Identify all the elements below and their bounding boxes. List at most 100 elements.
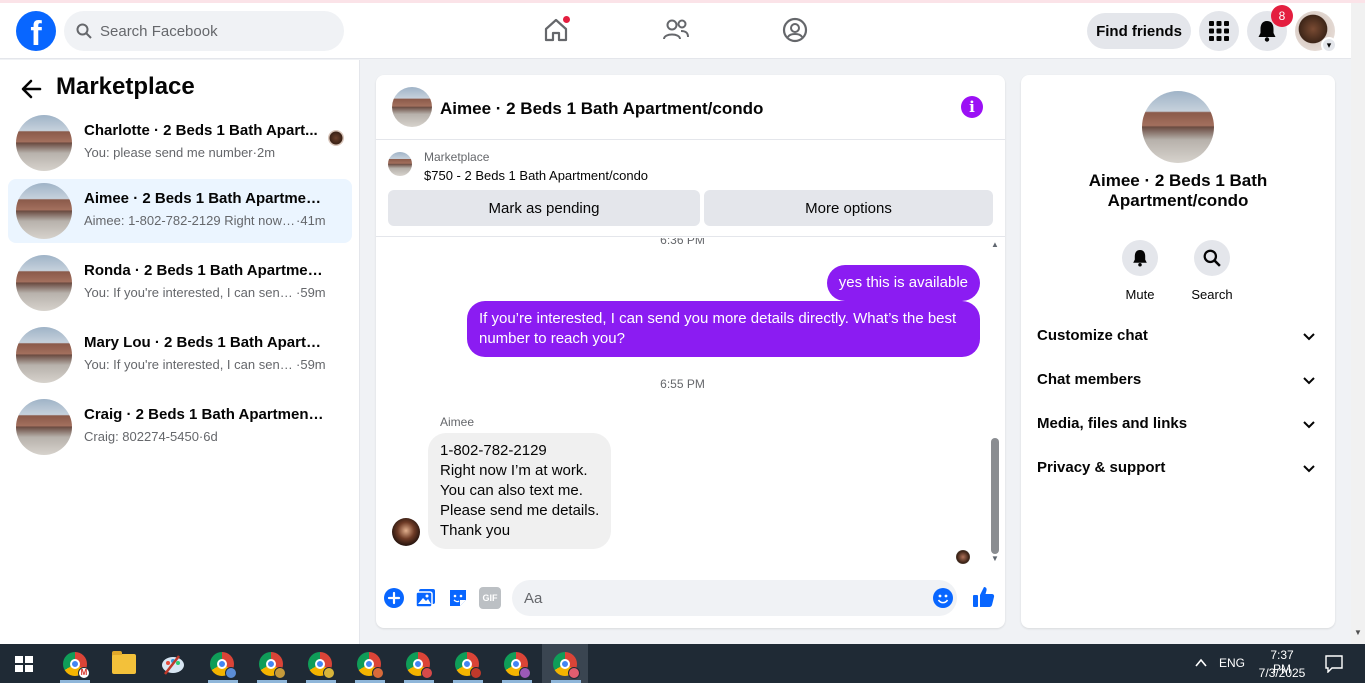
details-title: Aimee · 2 Beds 1 Bath Apartment/condo [1088, 171, 1268, 210]
conversation-snippet: You: please send me number·2m [84, 145, 276, 160]
scroll-thumb[interactable] [991, 438, 999, 554]
chat-scrollbar[interactable]: ▲ ▼ [990, 240, 1000, 566]
listing-thumbnail [16, 115, 72, 171]
thumbs-up-icon[interactable] [972, 585, 996, 609]
back-arrow-icon[interactable] [18, 75, 46, 103]
message-list[interactable]: 6:36 PM yes this is available If you’re … [376, 238, 1005, 568]
search-box[interactable] [64, 11, 344, 51]
photo-icon[interactable] [415, 587, 437, 609]
section-label: Customize chat [1037, 327, 1148, 344]
mute-action[interactable]: Mute [1110, 240, 1170, 302]
sender-avatar[interactable] [392, 518, 420, 546]
friends-nav[interactable] [661, 15, 691, 45]
marketplace-inbox: Marketplace Charlotte · 2 Beds 1 Bath Ap… [0, 60, 360, 644]
language-indicator[interactable]: ENG [1219, 656, 1245, 670]
clock-date[interactable]: 7/3/2025 [1256, 666, 1308, 680]
chrome-gmail-icon[interactable]: M [61, 650, 90, 679]
conversation-title: Craig · 2 Beds 1 Bath Apartment/c... [84, 406, 324, 423]
section-label: Chat members [1037, 371, 1142, 388]
app-grid-icon [1209, 21, 1229, 41]
listing-source: Marketplace [424, 150, 490, 164]
more-options-button[interactable]: More options [704, 190, 993, 226]
mute-label: Mute [1125, 287, 1155, 302]
conversation-item-active[interactable]: Aimee · 2 Beds 1 Bath Apartment/... Aime… [8, 179, 352, 243]
chat-members-section[interactable]: Chat members [1029, 359, 1327, 403]
conversation-title: Charlotte · 2 Beds 1 Bath Apart... [84, 122, 318, 139]
listing-thumbnail[interactable] [1142, 91, 1214, 163]
message-composer: GIF [376, 573, 1005, 628]
search-action[interactable]: Search [1182, 240, 1242, 302]
chrome-profile-icon[interactable] [404, 650, 433, 679]
listing-thumbnail [16, 399, 72, 455]
notification-count-badge: 8 [1271, 5, 1293, 27]
plus-icon[interactable] [383, 587, 405, 609]
chrome-active-icon[interactable] [551, 650, 580, 679]
conversation-title: Ronda · 2 Beds 1 Bath Apartment/... [84, 262, 324, 279]
message-input[interactable] [512, 580, 957, 616]
chat-details-panel: Aimee · 2 Beds 1 Bath Apartment/condo Mu… [1021, 75, 1335, 628]
chevron-down-icon [1303, 377, 1315, 385]
chevron-down-icon [1303, 333, 1315, 341]
windows-start-icon[interactable] [15, 656, 33, 672]
chrome-profile-icon[interactable] [306, 650, 335, 679]
conversation-snippet: Craig: 802274-5450·6d [84, 429, 218, 444]
conversation-title: Aimee · 2 Beds 1 Bath Apartment/... [84, 190, 324, 207]
find-friends-button[interactable]: Find friends [1087, 13, 1191, 49]
listing-banner: Marketplace $750 - 2 Beds 1 Bath Apartme… [376, 141, 1005, 237]
chrome-profile-icon[interactable] [208, 650, 237, 679]
groups-nav[interactable] [780, 15, 810, 45]
bell-icon [1133, 250, 1147, 267]
conversation-item[interactable]: Craig · 2 Beds 1 Bath Apartment/c... Cra… [8, 395, 352, 459]
conversation-item[interactable]: Mary Lou · 2 Beds 1 Bath Apartme... You:… [8, 323, 352, 387]
chrome-profile-icon[interactable] [453, 650, 482, 679]
timestamp: 6:36 PM [660, 238, 705, 247]
conversation-item[interactable]: Ronda · 2 Beds 1 Bath Apartment/... You:… [8, 251, 352, 315]
search-input[interactable] [100, 22, 320, 40]
section-label: Media, files and links [1037, 415, 1188, 432]
listing-thumbnail [16, 327, 72, 383]
conversation-snippet: You: If you're interested, I can send ..… [84, 285, 326, 300]
home-nav[interactable] [541, 15, 571, 45]
facebook-logo[interactable]: f [16, 11, 56, 51]
chrome-profile-icon[interactable] [257, 650, 286, 679]
chat-title[interactable]: Aimee · 2 Beds 1 Bath Apartment/condo [440, 99, 763, 119]
notification-center-icon[interactable] [1325, 655, 1343, 673]
file-explorer-icon[interactable] [110, 650, 138, 678]
outgoing-message[interactable]: If you’re interested, I can send you mor… [467, 301, 980, 357]
conversation-item[interactable]: Charlotte · 2 Beds 1 Bath Apart... You: … [8, 111, 352, 175]
listing-price[interactable]: $750 - 2 Beds 1 Bath Apartment/condo [424, 168, 648, 183]
scroll-up-icon[interactable]: ▲ [990, 240, 1000, 249]
incoming-message[interactable]: 1-802-782-2129 Right now I’m at work. Yo… [428, 433, 612, 549]
seen-by-avatar [328, 130, 344, 146]
listing-thumbnail[interactable] [388, 152, 412, 176]
emoji-icon[interactable] [932, 587, 954, 609]
outgoing-message[interactable]: yes this is available [826, 265, 980, 301]
customize-chat-section[interactable]: Customize chat [1029, 315, 1327, 359]
sender-name: Aimee [440, 415, 475, 429]
menu-button[interactable] [1199, 11, 1239, 51]
chat-window: Aimee · 2 Beds 1 Bath Apartment/condo i … [376, 75, 1005, 628]
privacy-support-section[interactable]: Privacy & support [1029, 447, 1327, 491]
friends-icon [663, 19, 689, 40]
top-header: f Find friends 8 ▾ [0, 3, 1351, 59]
section-label: Privacy & support [1037, 459, 1166, 476]
read-receipt-avatar [956, 550, 970, 564]
home-notification-dot [562, 15, 571, 24]
page-scrollbar[interactable]: ▼ [1351, 3, 1365, 644]
chrome-profile-icon[interactable] [355, 650, 384, 679]
chrome-profile-icon[interactable] [502, 650, 531, 679]
mark-as-pending-button[interactable]: Mark as pending [388, 190, 700, 226]
scroll-down-icon[interactable]: ▼ [990, 554, 1000, 563]
chevron-down-icon [1303, 421, 1315, 429]
conversation-snippet: Aimee: 1-802-782-2129 Right now I'... ·41… [84, 213, 326, 228]
search-icon [76, 23, 92, 39]
gif-icon[interactable]: GIF [479, 587, 501, 609]
scroll-down-icon[interactable]: ▼ [1354, 628, 1362, 637]
chevron-up-icon[interactable] [1194, 657, 1208, 669]
info-icon[interactable]: i [961, 96, 983, 118]
sticker-icon[interactable] [447, 587, 469, 609]
listing-thumbnail[interactable] [392, 87, 432, 127]
paint-icon[interactable] [159, 650, 187, 678]
chevron-down-icon[interactable]: ▾ [1321, 37, 1337, 53]
media-files-links-section[interactable]: Media, files and links [1029, 403, 1327, 447]
